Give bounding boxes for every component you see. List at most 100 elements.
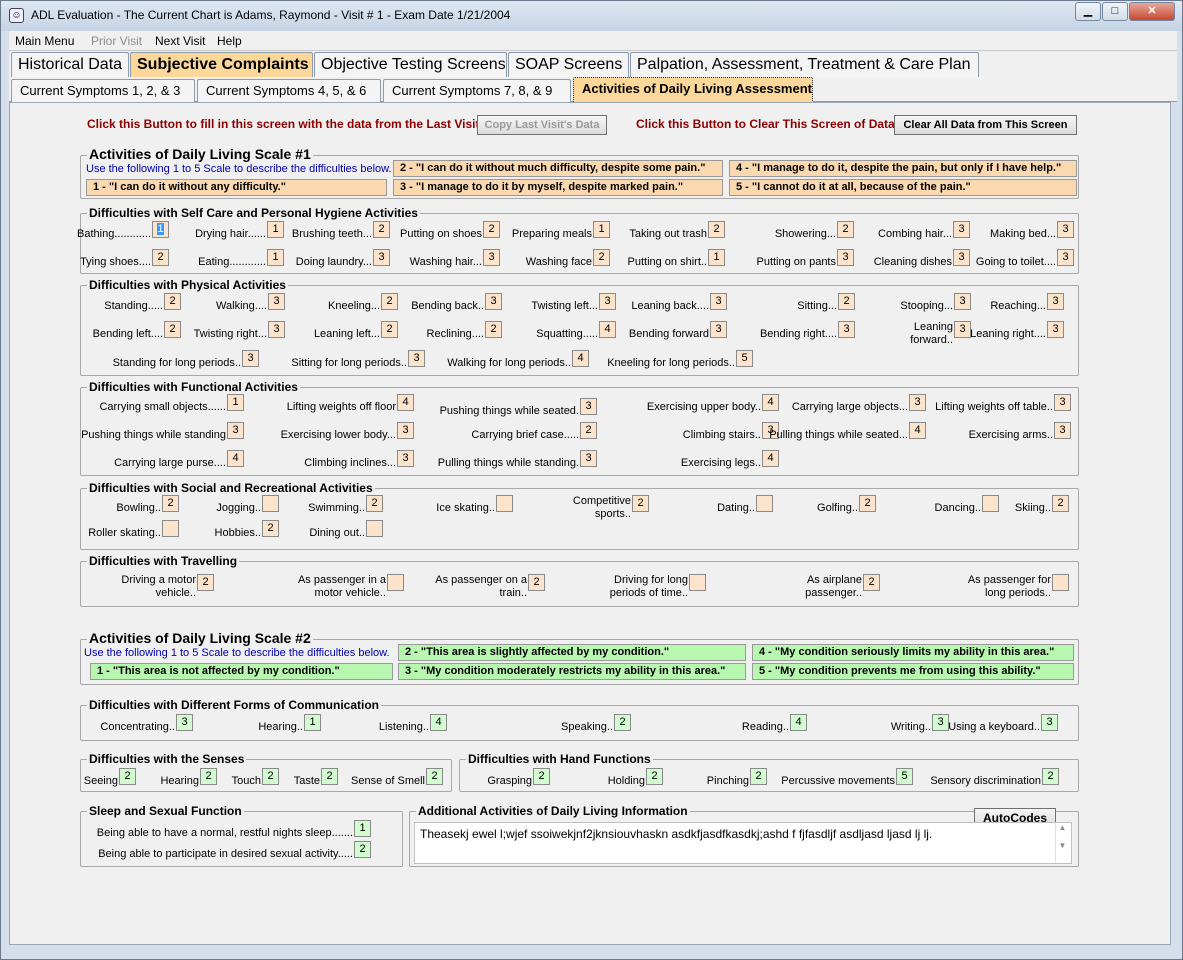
selfcare-item-value[interactable]: 1 bbox=[152, 221, 169, 238]
selfcare-item-value[interactable]: 2 bbox=[373, 221, 390, 238]
selfcare-item-value[interactable]: 3 bbox=[373, 249, 390, 266]
selfcare-item-value[interactable]: 3 bbox=[1057, 221, 1074, 238]
social-item-value[interactable]: 2 bbox=[262, 520, 279, 537]
sleep-item-value[interactable]: 1 bbox=[354, 820, 371, 837]
functional-item-value[interactable]: 3 bbox=[1054, 422, 1071, 439]
social-item-value[interactable]: 2 bbox=[632, 495, 649, 512]
clear-all-button[interactable]: Clear All Data from This Screen bbox=[894, 115, 1077, 135]
social-item-value[interactable]: 2 bbox=[366, 495, 383, 512]
functional-item-value[interactable]: 4 bbox=[227, 450, 244, 467]
tab-symptoms-7-9[interactable]: Current Symptoms 7, 8, & 9 bbox=[383, 79, 571, 102]
social-item-value[interactable]: 2 bbox=[1052, 495, 1069, 512]
menu-help[interactable]: Help bbox=[217, 34, 242, 48]
selfcare-item-value[interactable]: 2 bbox=[837, 221, 854, 238]
sleep-item-value[interactable]: 2 bbox=[354, 841, 371, 858]
minimize-button[interactable]: ▁ bbox=[1075, 2, 1101, 21]
selfcare-item-value[interactable]: 2 bbox=[483, 221, 500, 238]
tab-palpation[interactable]: Palpation, Assessment, Treatment & Care … bbox=[630, 52, 979, 77]
functional-item-value[interactable]: 4 bbox=[909, 422, 926, 439]
senses-item-value[interactable]: 2 bbox=[321, 768, 338, 785]
senses-item-value[interactable]: 2 bbox=[119, 768, 136, 785]
physical-item-value[interactable]: 2 bbox=[838, 293, 855, 310]
physical-item-value[interactable]: 3 bbox=[1047, 321, 1064, 338]
physical-item-value[interactable]: 3 bbox=[485, 293, 502, 310]
physical-item-value[interactable]: 2 bbox=[164, 321, 181, 338]
functional-item-value[interactable]: 1 bbox=[227, 394, 244, 411]
hand-item-value[interactable]: 2 bbox=[1042, 768, 1059, 785]
social-item-value[interactable] bbox=[262, 495, 279, 512]
communication-item-value[interactable]: 1 bbox=[304, 714, 321, 731]
selfcare-item-value[interactable]: 1 bbox=[267, 249, 284, 266]
selfcare-item-value[interactable]: 3 bbox=[483, 249, 500, 266]
social-item-value[interactable] bbox=[756, 495, 773, 512]
selfcare-item-value[interactable]: 3 bbox=[953, 221, 970, 238]
communication-item-value[interactable]: 4 bbox=[430, 714, 447, 731]
social-item-value[interactable] bbox=[496, 495, 513, 512]
physical-item-value[interactable]: 3 bbox=[710, 293, 727, 310]
functional-item-value[interactable]: 4 bbox=[762, 394, 779, 411]
tab-soap-screens[interactable]: SOAP Screens bbox=[508, 52, 629, 77]
tab-symptoms-1-3[interactable]: Current Symptoms 1, 2, & 3 bbox=[11, 79, 195, 102]
physical-item-value[interactable]: 3 bbox=[710, 321, 727, 338]
functional-item-value[interactable]: 4 bbox=[762, 450, 779, 467]
physical-item-value[interactable]: 3 bbox=[1047, 293, 1064, 310]
menu-prior-visit[interactable]: Prior Visit bbox=[91, 34, 142, 48]
selfcare-item-value[interactable]: 1 bbox=[267, 221, 284, 238]
physical-item-value[interactable]: 2 bbox=[485, 321, 502, 338]
selfcare-item-value[interactable]: 3 bbox=[1057, 249, 1074, 266]
additional-info-textarea[interactable]: Theasekj ewel l;wjef ssoiwekjnf2jknsiouv… bbox=[414, 822, 1072, 864]
tab-subjective-complaints[interactable]: Subjective Complaints bbox=[130, 52, 313, 77]
physical-item-value[interactable]: 3 bbox=[268, 321, 285, 338]
physical-item-value[interactable]: 3 bbox=[242, 350, 259, 367]
social-item-value[interactable]: 2 bbox=[859, 495, 876, 512]
senses-item-value[interactable]: 2 bbox=[262, 768, 279, 785]
selfcare-item-value[interactable]: 3 bbox=[837, 249, 854, 266]
communication-item-value[interactable]: 3 bbox=[176, 714, 193, 731]
communication-item-value[interactable]: 4 bbox=[790, 714, 807, 731]
senses-item-value[interactable]: 2 bbox=[200, 768, 217, 785]
social-item-value[interactable] bbox=[982, 495, 999, 512]
travel-item-value[interactable]: 2 bbox=[197, 574, 214, 591]
copy-last-visit-button[interactable]: Copy Last Visit's Data bbox=[477, 115, 607, 135]
physical-item-value[interactable]: 4 bbox=[572, 350, 589, 367]
social-item-value[interactable] bbox=[162, 520, 179, 537]
functional-item-value[interactable]: 3 bbox=[580, 398, 597, 415]
functional-item-value[interactable]: 3 bbox=[397, 422, 414, 439]
physical-item-value[interactable]: 2 bbox=[381, 321, 398, 338]
selfcare-item-value[interactable]: 2 bbox=[708, 221, 725, 238]
travel-item-value[interactable] bbox=[689, 574, 706, 591]
functional-item-value[interactable]: 4 bbox=[397, 394, 414, 411]
physical-item-value[interactable]: 2 bbox=[381, 293, 398, 310]
functional-item-value[interactable]: 3 bbox=[397, 450, 414, 467]
menu-next-visit[interactable]: Next Visit bbox=[155, 34, 205, 48]
functional-item-value[interactable]: 2 bbox=[580, 422, 597, 439]
hand-item-value[interactable]: 2 bbox=[533, 768, 550, 785]
physical-item-value[interactable]: 3 bbox=[954, 321, 971, 338]
selfcare-item-value[interactable]: 1 bbox=[593, 221, 610, 238]
physical-item-value[interactable]: 4 bbox=[599, 321, 616, 338]
functional-item-value[interactable]: 3 bbox=[909, 394, 926, 411]
social-item-value[interactable] bbox=[366, 520, 383, 537]
tab-adl-assessment[interactable]: Activities of Daily Living Assessment bbox=[573, 77, 813, 103]
travel-item-value[interactable]: 2 bbox=[863, 574, 880, 591]
menu-main[interactable]: Main Menu bbox=[15, 34, 74, 48]
selfcare-item-value[interactable]: 3 bbox=[953, 249, 970, 266]
communication-item-value[interactable]: 2 bbox=[614, 714, 631, 731]
physical-item-value[interactable]: 3 bbox=[408, 350, 425, 367]
tab-historical-data[interactable]: Historical Data bbox=[11, 52, 129, 77]
social-item-value[interactable]: 2 bbox=[162, 495, 179, 512]
textarea-scrollbar[interactable]: ▲ ▼ bbox=[1055, 823, 1069, 863]
physical-item-value[interactable]: 5 bbox=[736, 350, 753, 367]
physical-item-value[interactable]: 3 bbox=[954, 293, 971, 310]
travel-item-value[interactable] bbox=[1052, 574, 1069, 591]
maximize-button[interactable]: □ bbox=[1102, 2, 1128, 21]
physical-item-value[interactable]: 3 bbox=[599, 293, 616, 310]
tab-symptoms-4-6[interactable]: Current Symptoms 4, 5, & 6 bbox=[197, 79, 381, 102]
functional-item-value[interactable]: 3 bbox=[580, 450, 597, 467]
hand-item-value[interactable]: 2 bbox=[646, 768, 663, 785]
selfcare-item-value[interactable]: 2 bbox=[593, 249, 610, 266]
functional-item-value[interactable]: 3 bbox=[227, 422, 244, 439]
physical-item-value[interactable]: 2 bbox=[164, 293, 181, 310]
tab-objective-testing[interactable]: Objective Testing Screens bbox=[314, 52, 507, 77]
functional-item-value[interactable]: 3 bbox=[1054, 394, 1071, 411]
